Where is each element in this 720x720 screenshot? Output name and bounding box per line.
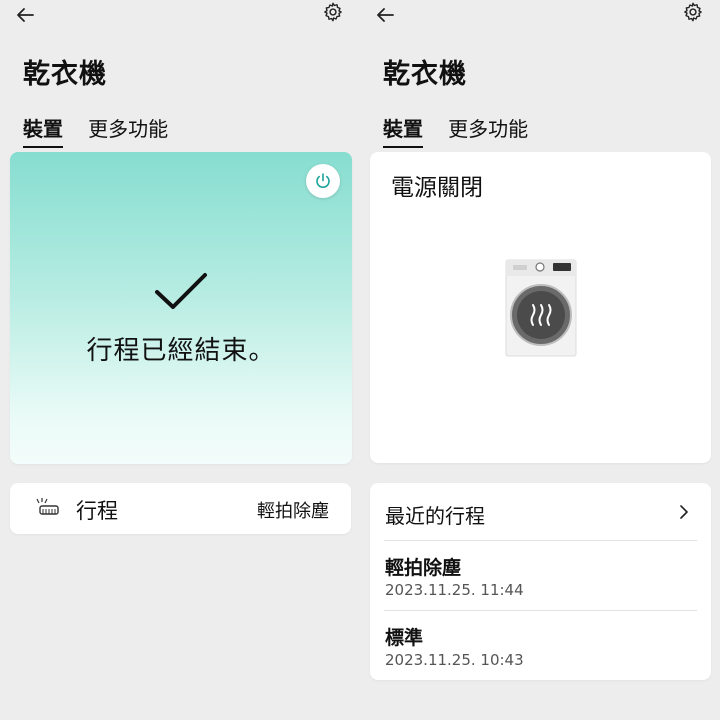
page-title: 乾衣機 bbox=[383, 59, 467, 90]
page-title: 乾衣機 bbox=[23, 59, 107, 90]
power-button[interactable] bbox=[306, 164, 340, 198]
dryer-illustration bbox=[505, 259, 577, 357]
tab-more-features[interactable]: 更多功能 bbox=[88, 113, 168, 146]
tab-device[interactable]: 裝置 bbox=[383, 113, 423, 148]
left-screen: 乾衣機 裝置 更多功能 行程已經結束。 行程 輕拍除塵 bbox=[0, 0, 360, 720]
tab-bar: 裝置 更多功能 bbox=[23, 113, 188, 148]
recent-item-time: 2023.11.25. 11:44 bbox=[385, 581, 524, 599]
gear-icon[interactable] bbox=[682, 1, 704, 23]
tab-device[interactable]: 裝置 bbox=[23, 113, 63, 148]
gear-icon[interactable] bbox=[322, 1, 344, 23]
recent-item-time: 2023.11.25. 10:43 bbox=[385, 651, 524, 669]
device-card: 電源關閉 bbox=[370, 152, 711, 463]
recent-item-name[interactable]: 輕拍除塵 bbox=[385, 553, 461, 580]
tab-bar: 裝置 更多功能 bbox=[383, 113, 548, 148]
course-icon bbox=[36, 498, 59, 515]
divider bbox=[384, 540, 697, 541]
course-value: 輕拍除塵 bbox=[257, 501, 329, 522]
top-bar bbox=[0, 0, 360, 30]
top-bar bbox=[360, 0, 720, 30]
recent-courses-header[interactable]: 最近的行程 bbox=[385, 500, 485, 529]
recent-courses-card: 最近的行程 輕拍除塵 2023.11.25. 11:44 標準 2023.11.… bbox=[370, 483, 711, 680]
back-arrow-icon[interactable] bbox=[14, 4, 36, 26]
tab-more-features[interactable]: 更多功能 bbox=[448, 113, 528, 146]
chevron-right-icon[interactable] bbox=[677, 503, 691, 521]
recent-item-name[interactable]: 標準 bbox=[385, 623, 423, 650]
power-icon bbox=[316, 173, 330, 188]
checkmark-icon bbox=[155, 273, 207, 309]
status-card: 行程已經結束。 bbox=[10, 152, 352, 464]
course-label: 行程 bbox=[76, 499, 118, 523]
divider bbox=[384, 610, 697, 611]
back-arrow-icon[interactable] bbox=[374, 4, 396, 26]
power-status-text: 電源關閉 bbox=[391, 175, 483, 201]
course-row[interactable]: 行程 輕拍除塵 bbox=[10, 483, 351, 534]
status-text: 行程已經結束。 bbox=[86, 336, 276, 366]
